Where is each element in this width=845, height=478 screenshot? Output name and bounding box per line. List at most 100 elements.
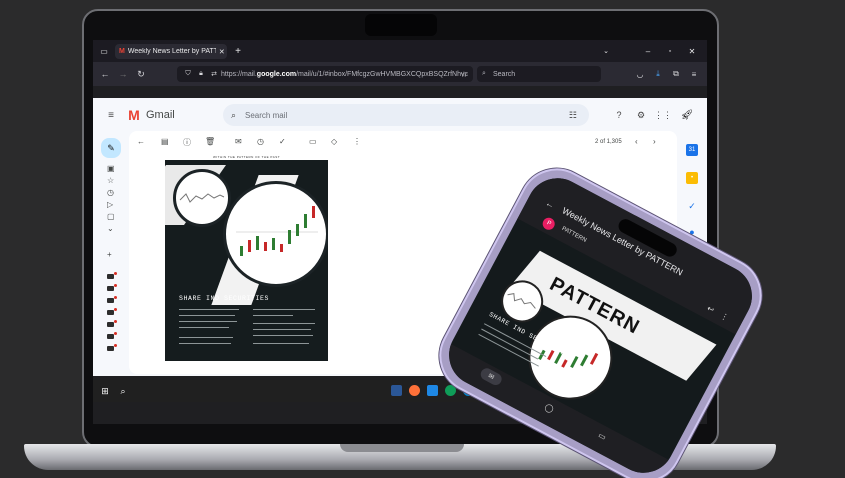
newsletter-image: WITHIN THE PATTERN OF THE PAST SHARE IND… [165, 155, 328, 361]
text-line [179, 327, 229, 329]
sender-avatar: P [540, 215, 557, 232]
search-icon[interactable]: ⌕ [231, 110, 236, 121]
tabs-dropdown-icon[interactable]: ⌄ [601, 45, 611, 57]
label-icon[interactable] [107, 308, 117, 315]
vscode-icon[interactable] [427, 385, 438, 396]
maximize-icon[interactable]: ▫ [665, 45, 675, 57]
delete-icon[interactable]: 🗑︎ [205, 137, 215, 146]
create-label-plus-icon[interactable]: + [107, 250, 112, 259]
mail-app-icon[interactable] [391, 385, 402, 396]
laptop-notch [365, 14, 437, 36]
archive-icon[interactable]: ▤ [161, 137, 169, 146]
candlestick-chart-circle [223, 181, 328, 287]
browser-tabbar: ▭ M Weekly News Letter by PATTERN ✕ + ⌄ … [93, 40, 707, 62]
lock-icon[interactable]: 🔒︎ [196, 69, 206, 79]
newer-chevron-icon[interactable]: ‹ [635, 137, 638, 146]
label-icon[interactable] [107, 332, 117, 339]
new-tab-button[interactable]: + [233, 45, 243, 57]
keep-icon[interactable]: • [686, 172, 698, 184]
move-to-icon[interactable]: ▭ [309, 137, 317, 146]
newsletter-heading: SHARE IND SECURITIES [179, 295, 270, 302]
add-task-icon[interactable]: ✓ [279, 137, 286, 146]
tasks-icon[interactable]: ✓ [686, 200, 698, 212]
apps-grid-icon[interactable]: ⋮⋮ [654, 109, 672, 121]
text-line [179, 321, 237, 323]
text-line [253, 329, 311, 331]
calendar-icon[interactable]: 31 [686, 144, 698, 156]
pocket-icon[interactable]: ◡ [635, 69, 645, 79]
reply-icon[interactable]: ↩ [704, 302, 718, 316]
clock-icon[interactable]: ◷ [107, 188, 114, 197]
browser-navbar: ← → ↻ https://mail. google.com/mail/u/1/#… [93, 62, 707, 86]
scene: ▭ M Weekly News Letter by PATTERN ✕ + ⌄ … [0, 0, 845, 478]
text-line [179, 309, 239, 311]
text-line [253, 309, 315, 311]
text-line [179, 337, 233, 339]
search-icon[interactable]: ⌕ [117, 385, 129, 397]
permissions-icon[interactable]: ⇄ [209, 69, 219, 79]
compose-pencil-icon[interactable]: ✎ [101, 138, 121, 158]
back-icon[interactable]: ← [542, 196, 558, 212]
shield-icon[interactable]: ⛉ [183, 69, 193, 79]
download-icon[interactable]: ⤓ [653, 69, 663, 79]
newsletter-top-caption: WITHIN THE PATTERN OF THE PAST [165, 155, 328, 160]
back-to-inbox-icon[interactable]: ← [137, 137, 145, 146]
gmail-search-input[interactable]: ⌕ Search mail ☷ [223, 104, 589, 126]
forward-icon[interactable]: → [117, 68, 129, 80]
pager-count: 2 of 1,305 [595, 139, 622, 145]
bookmark-star-icon[interactable]: ☆ [459, 69, 469, 79]
extensions-icon[interactable]: ⧉ [671, 69, 681, 79]
url-prefix: https://mail. [221, 70, 257, 78]
settings-gear-icon[interactable]: ⚙ [635, 109, 647, 121]
close-tab-icon[interactable]: ✕ [219, 48, 225, 56]
minimize-icon[interactable]: – [643, 45, 653, 57]
mini-chart-icon [179, 193, 225, 203]
chat-nav-icon[interactable]: ◯ [540, 399, 558, 416]
more-options-icon[interactable]: ⋮ [718, 310, 732, 324]
reload-icon[interactable]: ↻ [135, 68, 147, 80]
text-line [253, 335, 313, 337]
laptop-base-lip [340, 444, 464, 452]
candlestick-chart-icon [236, 206, 318, 256]
browser-search-box[interactable]: ⌕ Search [477, 66, 601, 82]
older-chevron-icon[interactable]: › [653, 137, 656, 146]
report-spam-icon[interactable]: ⓘ [183, 137, 191, 148]
more-chevron-down-icon[interactable]: ⌄ [107, 224, 114, 233]
url-suffix: /mail/u/1/#inbox/FMfcgzGwHVMBGXCQpxBSQZr… [296, 70, 469, 78]
mark-unread-icon[interactable]: ✉ [235, 137, 242, 146]
label-as-icon[interactable]: ◇ [331, 137, 337, 146]
windows-start-icon[interactable]: ⊞ [99, 385, 111, 397]
menu-icon[interactable]: ≡ [689, 69, 699, 79]
label-icon[interactable] [107, 272, 117, 279]
search-icon: ⌕ [482, 70, 486, 77]
more-options-icon[interactable]: ⋮ [353, 137, 361, 146]
snooze-icon[interactable]: ◷ [257, 137, 264, 146]
gmail-logo-text[interactable]: Gmail [146, 109, 175, 121]
firefox-icon[interactable] [409, 385, 420, 396]
main-menu-icon[interactable]: ≡ [105, 109, 117, 121]
avatar[interactable]: 🚀︎ [679, 107, 695, 123]
star-icon[interactable]: ☆ [107, 176, 114, 185]
tab-list-icon[interactable]: ▭ [99, 45, 109, 57]
tab-title: Weekly News Letter by PATTERN [127, 48, 216, 55]
text-line [179, 315, 235, 317]
draft-icon[interactable]: ▢ [107, 212, 115, 221]
browser-tab[interactable]: M Weekly News Letter by PATTERN ✕ [115, 44, 227, 59]
gmail-logo-icon[interactable]: M [125, 107, 143, 123]
label-icon[interactable] [107, 320, 117, 327]
inbox-icon[interactable]: ▣ [107, 164, 115, 173]
search-options-icon[interactable]: ☷ [569, 110, 577, 121]
help-icon[interactable]: ? [613, 109, 625, 121]
send-icon[interactable]: ▷ [107, 200, 113, 209]
label-icon[interactable] [107, 284, 117, 291]
label-icon[interactable] [107, 296, 117, 303]
back-icon[interactable]: ← [99, 68, 111, 80]
browser-search-placeholder: Search [493, 70, 516, 78]
url-bar[interactable]: https://mail. google.com/mail/u/1/#inbox/… [177, 66, 473, 82]
meet-nav-icon[interactable]: ▭ [593, 427, 611, 444]
label-icon[interactable] [107, 344, 117, 351]
sender-name: PATTERN [560, 225, 588, 244]
mail-nav-icon[interactable]: ✉ [478, 366, 504, 388]
close-window-icon[interactable]: ✕ [687, 45, 697, 57]
url-domain: google.com [256, 70, 297, 78]
